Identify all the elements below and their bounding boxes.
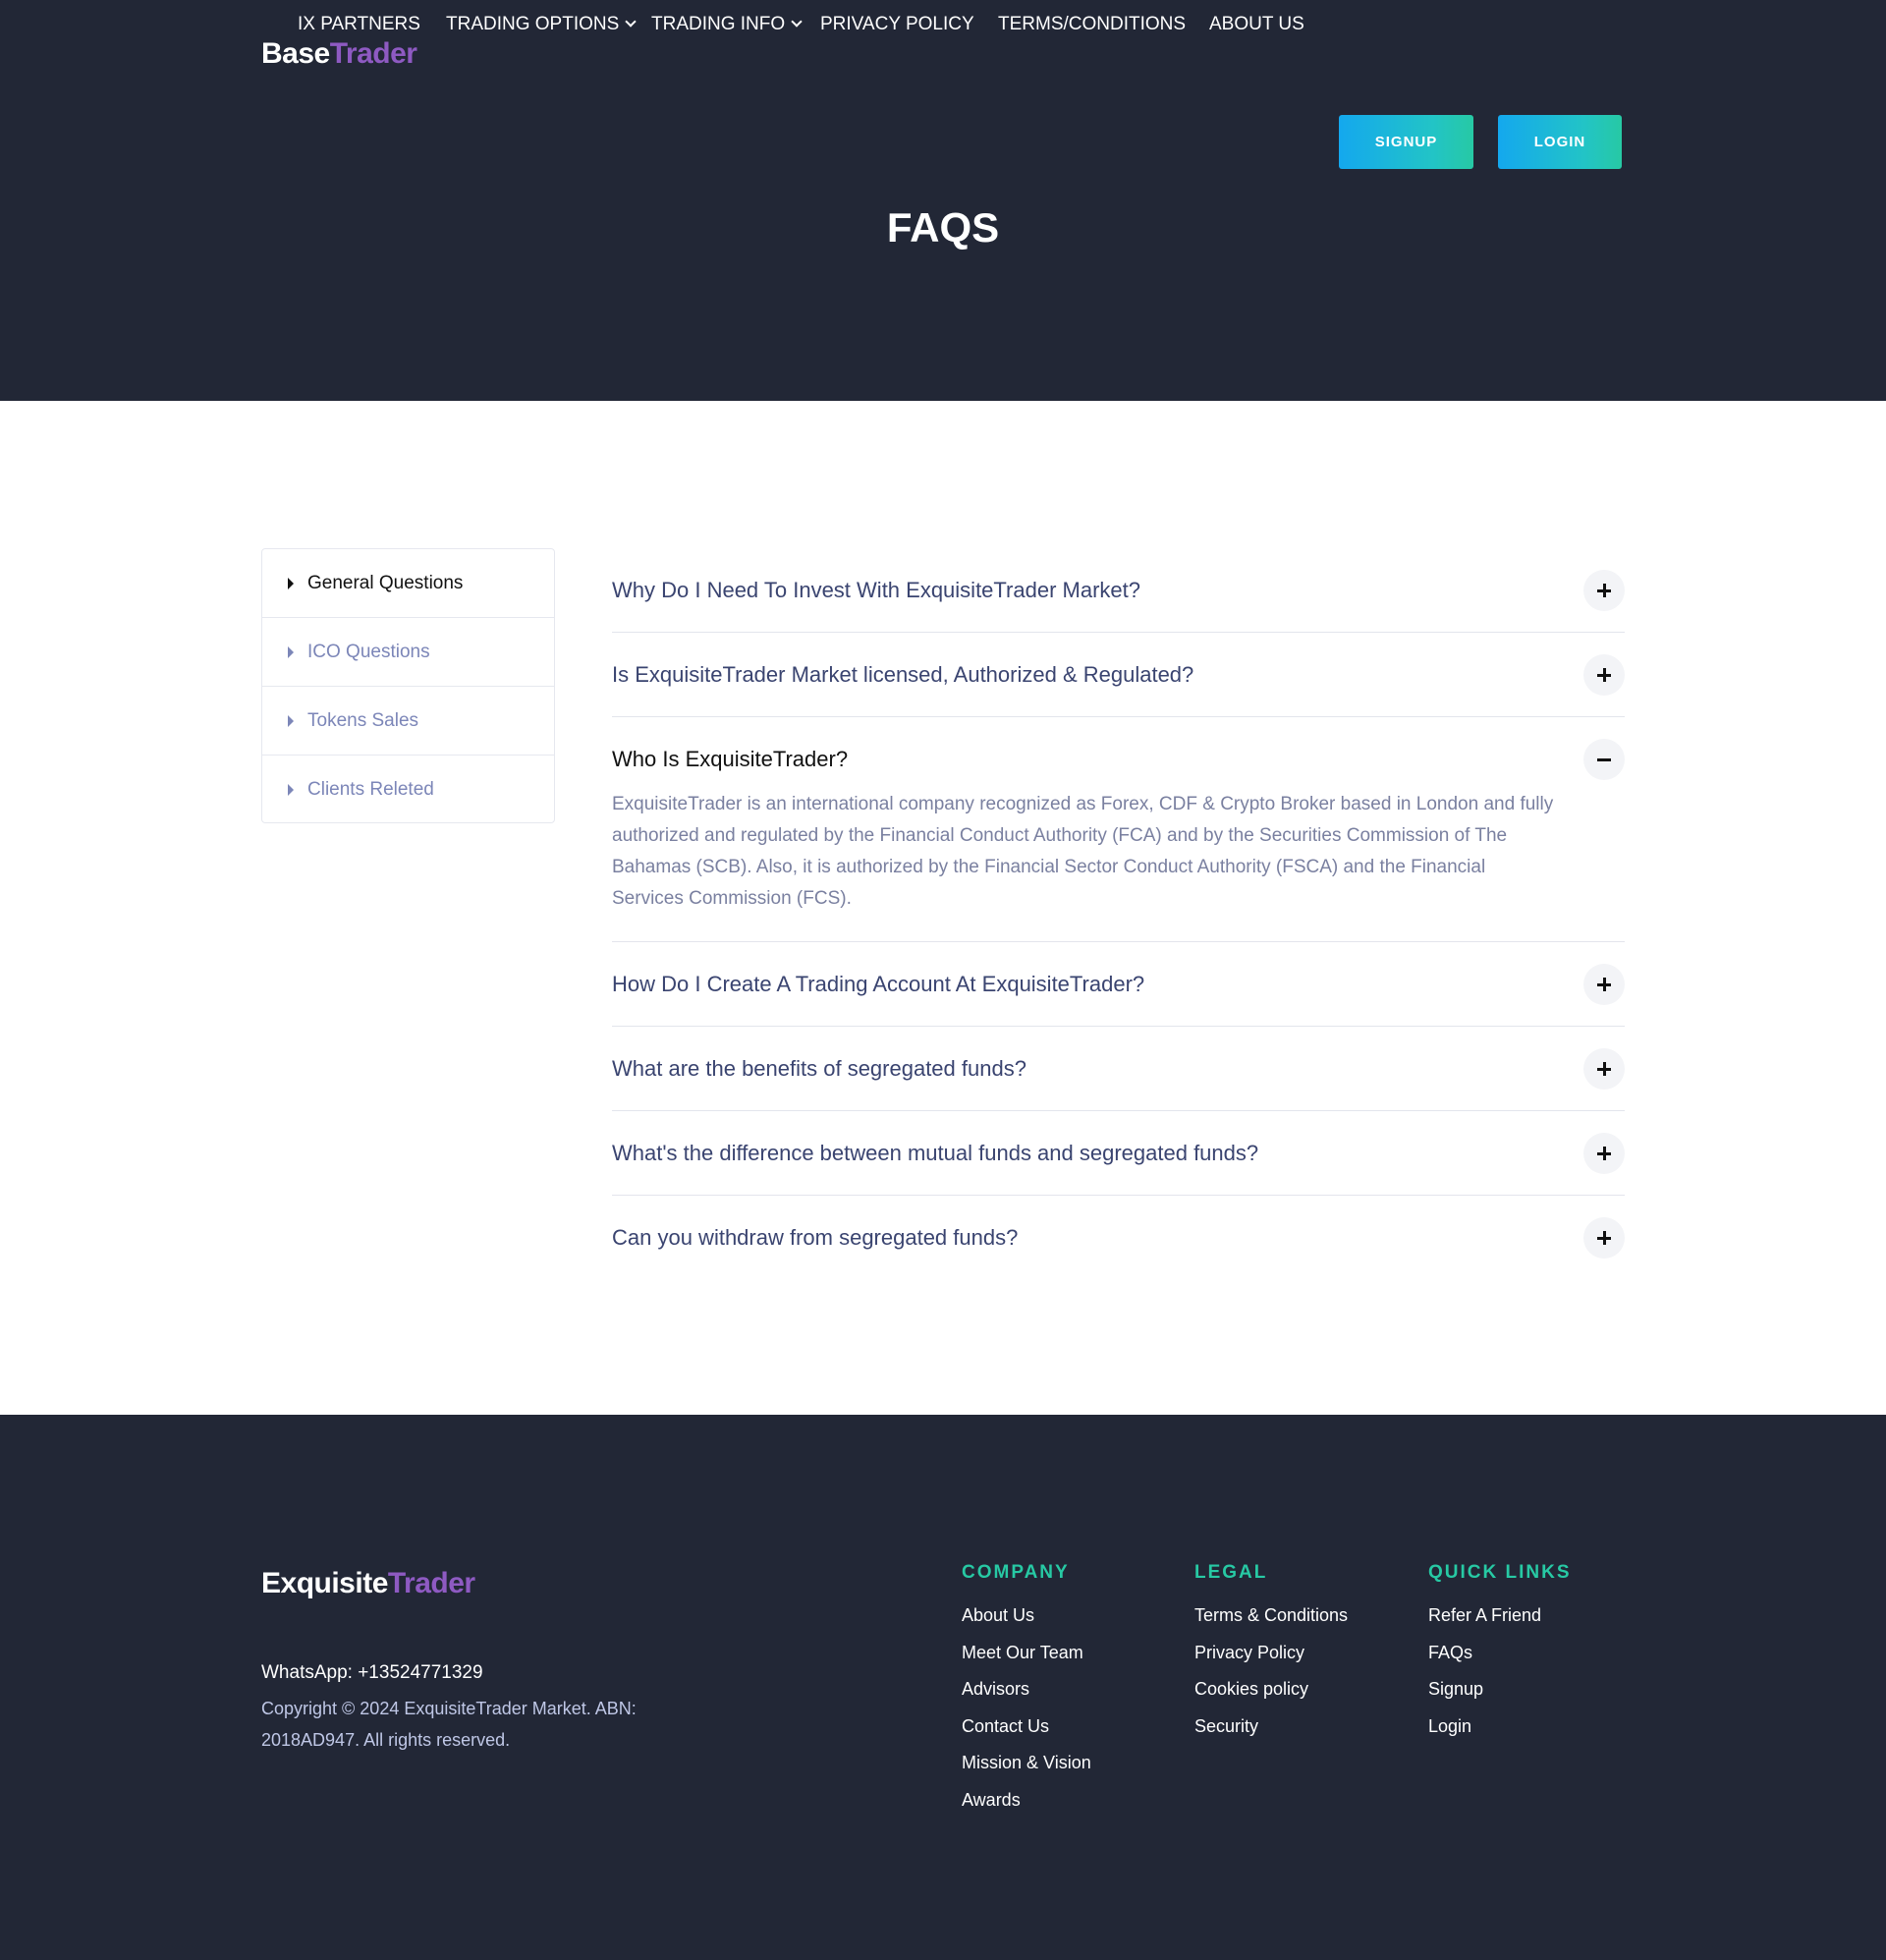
plus-icon[interactable]	[1583, 1133, 1625, 1174]
footer-link-meet-our-team[interactable]: Meet Our Team	[962, 1635, 1091, 1672]
nav-trading-options[interactable]: TRADING OPTIONS	[446, 0, 637, 49]
plus-icon[interactable]	[1583, 570, 1625, 611]
footer-column-quick-links: QUICK LINKS Refer A Friend FAQs Signup L…	[1428, 1562, 1572, 1745]
faq-category-sidebar: General Questions ICO Questions Tokens S…	[261, 548, 555, 823]
faq-item: Is ExquisiteTrader Market licensed, Auth…	[612, 633, 1625, 717]
chevron-down-icon	[791, 16, 803, 28]
footer-logo-text-exquisite: Exquisite	[261, 1567, 388, 1599]
sidebar-item-clients-releted[interactable]: Clients Releted	[262, 756, 554, 824]
footer-link-about-us[interactable]: About Us	[962, 1597, 1091, 1635]
caret-right-icon	[288, 784, 294, 796]
sidebar-item-label: ICO Questions	[307, 641, 430, 662]
minus-icon[interactable]	[1583, 739, 1625, 780]
footer-column-company: COMPANY About Us Meet Our Team Advisors …	[962, 1562, 1091, 1819]
faq-question[interactable]: What are the benefits of segregated fund…	[612, 1027, 1625, 1110]
plus-icon[interactable]	[1583, 1217, 1625, 1259]
whatsapp-contact: WhatsApp: +13524771329	[261, 1662, 483, 1683]
footer-link-cookies-policy[interactable]: Cookies policy	[1194, 1671, 1348, 1708]
sidebar-item-label: Tokens Sales	[307, 709, 419, 731]
nav-label: TERMS/CONDITIONS	[998, 14, 1187, 34]
faq-item: Can you withdraw from segregated funds?	[612, 1196, 1625, 1279]
nav-ix-partners[interactable]: IX PARTNERS	[298, 0, 420, 49]
nav-privacy-policy[interactable]: PRIVACY POLICY	[820, 0, 974, 49]
nav-about-us[interactable]: ABOUT US	[1209, 0, 1304, 49]
nav-trading-info[interactable]: TRADING INFO	[651, 0, 803, 49]
faq-item-open: Who Is ExquisiteTrader? ExquisiteTrader …	[612, 717, 1625, 942]
sidebar-item-general-questions[interactable]: General Questions	[262, 549, 554, 618]
caret-right-icon	[288, 645, 294, 658]
caret-right-icon	[288, 714, 294, 727]
faq-item: What's the difference between mutual fun…	[612, 1111, 1625, 1196]
footer-column-title: LEGAL	[1194, 1562, 1268, 1583]
footer-link-contact-us[interactable]: Contact Us	[962, 1708, 1091, 1746]
footer-link-faqs[interactable]: FAQs	[1428, 1635, 1572, 1672]
footer-column-title: COMPANY	[962, 1562, 1070, 1583]
footer-link-mission-vision[interactable]: Mission & Vision	[962, 1745, 1091, 1782]
sidebar-item-ico-questions[interactable]: ICO Questions	[262, 618, 554, 687]
signup-button[interactable]: SIGNUP	[1339, 115, 1473, 169]
faq-question[interactable]: Why Do I Need To Invest With ExquisiteTr…	[612, 548, 1625, 632]
faq-item: Why Do I Need To Invest With ExquisiteTr…	[612, 548, 1625, 633]
footer-link-terms-conditions[interactable]: Terms & Conditions	[1194, 1597, 1348, 1635]
copyright-text: Copyright © 2024 ExquisiteTrader Market.…	[261, 1699, 637, 1750]
footer-logo-text-trader: Trader	[387, 1567, 475, 1599]
footer-link-signup[interactable]: Signup	[1428, 1671, 1572, 1708]
page-title: FAQS	[886, 204, 1000, 251]
footer-link-awards[interactable]: Awards	[962, 1782, 1091, 1820]
footer-link-refer-a-friend[interactable]: Refer A Friend	[1428, 1597, 1572, 1635]
footer-link-advisors[interactable]: Advisors	[962, 1671, 1091, 1708]
plus-icon[interactable]	[1583, 654, 1625, 696]
plus-icon[interactable]	[1583, 1048, 1625, 1090]
site-footer: ExquisiteTrader WhatsApp: +13524771329 C…	[0, 1415, 1886, 1960]
footer-link-privacy-policy[interactable]: Privacy Policy	[1194, 1635, 1348, 1672]
footer-column-legal: LEGAL Terms & Conditions Privacy Policy …	[1194, 1562, 1348, 1745]
faq-question[interactable]: How Do I Create A Trading Account At Exq…	[612, 942, 1625, 1026]
nav-label: ABOUT US	[1209, 14, 1304, 34]
sidebar-item-label: Clients Releted	[307, 779, 434, 800]
faq-item: What are the benefits of segregated fund…	[612, 1027, 1625, 1111]
faq-question[interactable]: Can you withdraw from segregated funds?	[612, 1196, 1625, 1279]
faq-question[interactable]: What's the difference between mutual fun…	[612, 1111, 1625, 1195]
site-header: BaseTrader IX PARTNERS TRADING OPTIONS T…	[0, 0, 1886, 401]
login-button[interactable]: LOGIN	[1498, 115, 1622, 169]
nav-terms-conditions[interactable]: TERMS/CONDITIONS	[998, 0, 1186, 49]
footer-link-security[interactable]: Security	[1194, 1708, 1348, 1746]
nav-label: PRIVACY POLICY	[820, 14, 974, 34]
nav-label: IX PARTNERS	[298, 14, 420, 34]
plus-icon[interactable]	[1583, 964, 1625, 1005]
nav-label: TRADING OPTIONS	[446, 14, 620, 34]
faq-accordion: Why Do I Need To Invest With ExquisiteTr…	[612, 548, 1625, 1279]
caret-right-icon	[288, 577, 294, 589]
faq-item: How Do I Create A Trading Account At Exq…	[612, 942, 1625, 1027]
footer-link-login[interactable]: Login	[1428, 1708, 1572, 1746]
sidebar-item-tokens-sales[interactable]: Tokens Sales	[262, 687, 554, 756]
faq-answer: ExquisiteTrader is an international comp…	[612, 794, 1554, 909]
chevron-down-icon	[625, 16, 637, 28]
footer-logo[interactable]: ExquisiteTrader	[261, 1567, 475, 1600]
footer-column-title: QUICK LINKS	[1428, 1562, 1572, 1583]
sidebar-item-label: General Questions	[307, 572, 464, 593]
faq-question[interactable]: Is ExquisiteTrader Market licensed, Auth…	[612, 633, 1625, 716]
nav-label: TRADING INFO	[651, 14, 786, 34]
